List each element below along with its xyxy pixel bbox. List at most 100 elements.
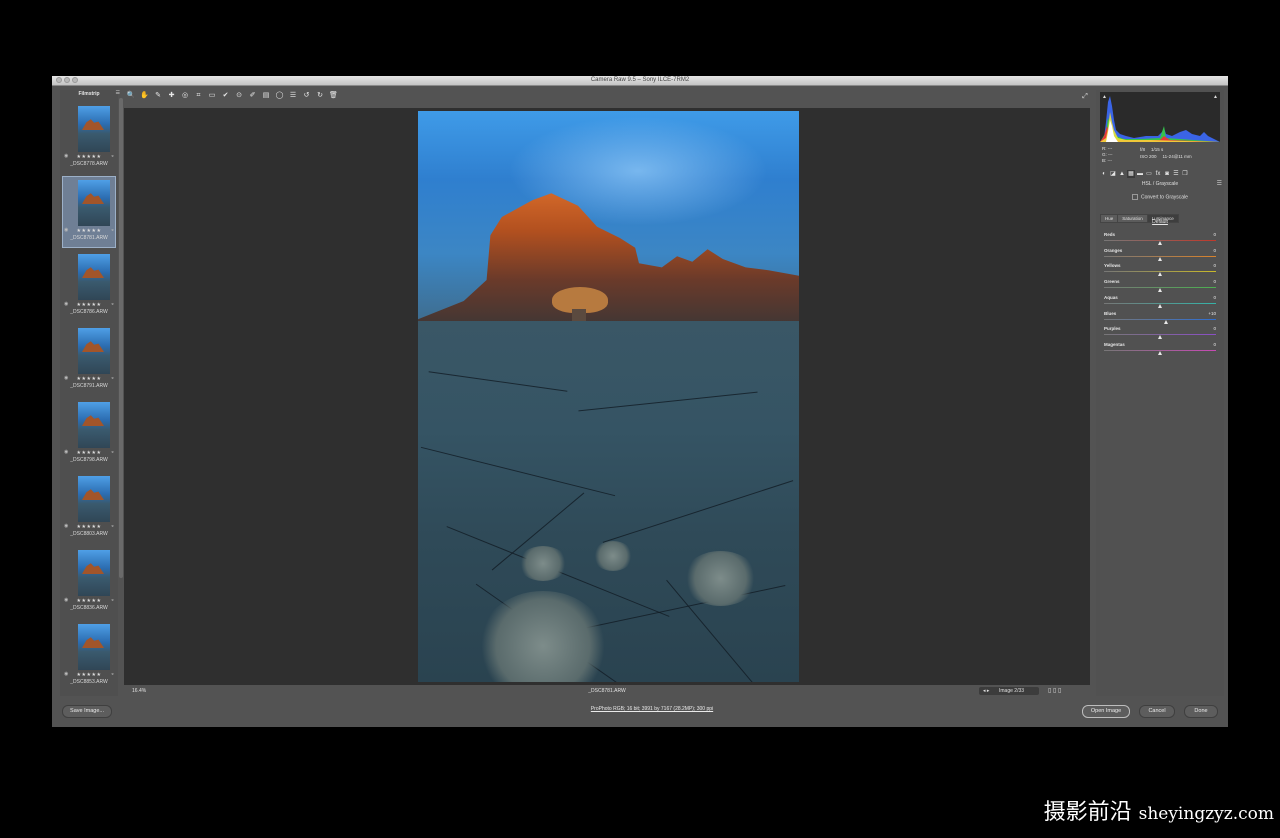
slider-value[interactable]: 0 xyxy=(1200,279,1216,284)
fullscreen-toggle-icon[interactable]: ⤢ xyxy=(1080,92,1090,102)
star-rating[interactable]: ★★★★★ xyxy=(63,228,115,234)
graduated-filter-icon[interactable]: ▤ xyxy=(261,91,271,101)
preferences-icon[interactable]: ☰ xyxy=(288,91,298,101)
thumbnail-filename: _DSC8778.ARW xyxy=(70,161,108,167)
star-rating[interactable]: ★★★★★ xyxy=(63,450,115,456)
filmstrip-thumbnail[interactable]: ◉ ◒ ★★★★★ _DSC8836.ARW xyxy=(63,547,115,617)
workflow-options-link[interactable]: ProPhoto RGB; 16 bit; 3991 by 7167 (28.2… xyxy=(502,706,802,712)
default-link[interactable]: Default xyxy=(1096,219,1224,225)
slider-value[interactable]: 0 xyxy=(1200,326,1216,331)
checkbox-box[interactable] xyxy=(1132,194,1138,200)
slider-thumb[interactable] xyxy=(1158,288,1162,293)
slider-thumb[interactable] xyxy=(1158,241,1162,245)
adjustment-brush-icon[interactable]: ✐ xyxy=(248,91,258,101)
camera-calibration-tab-icon[interactable]: ◙ xyxy=(1163,170,1171,178)
spot-removal-tool-icon[interactable]: ✔ xyxy=(221,91,231,101)
filmstrip-thumbnail[interactable]: ◉ ◒ ★★★★★ _DSC8786.ARW xyxy=(63,251,115,321)
slider-thumb[interactable] xyxy=(1158,272,1162,277)
pager-arrows-icon[interactable]: ◂ ▸ xyxy=(983,687,989,695)
slider-yellows[interactable]: Yellows 0 xyxy=(1104,263,1216,277)
slider-thumb[interactable] xyxy=(1158,335,1162,340)
star-rating[interactable]: ★★★★★ xyxy=(63,154,115,160)
tone-curve-tab-icon[interactable]: ◪ xyxy=(1109,170,1117,178)
straighten-tool-icon[interactable]: ▭ xyxy=(207,91,217,101)
radial-filter-icon[interactable]: ◯ xyxy=(275,91,285,101)
slider-value[interactable]: +10 xyxy=(1200,311,1216,316)
thumbnail-image[interactable] xyxy=(78,180,110,226)
hand-tool-icon[interactable]: ✋ xyxy=(140,91,150,101)
thumbnail-filename: _DSC8853.ARW xyxy=(70,679,108,685)
preview-canvas[interactable] xyxy=(124,108,1090,685)
trash-icon[interactable]: 🗑 xyxy=(329,91,339,101)
snapshots-tab-icon[interactable]: ❐ xyxy=(1181,170,1189,178)
white-balance-tool-icon[interactable]: ✎ xyxy=(153,91,163,101)
rotate-left-icon[interactable]: ↺ xyxy=(302,91,312,101)
basic-tab-icon[interactable]: ◐ xyxy=(1100,170,1108,178)
rotate-right-icon[interactable]: ↻ xyxy=(315,91,325,101)
image-preview[interactable] xyxy=(418,111,799,682)
filmstrip-thumbnail[interactable]: ◉ ◒ ★★★★★ _DSC8798.ARW xyxy=(63,399,115,469)
panel-menu-icon[interactable]: ☰ xyxy=(1217,180,1222,187)
lens-corrections-tab-icon[interactable]: ▭ xyxy=(1145,170,1153,178)
red-eye-tool-icon[interactable]: ⊙ xyxy=(234,91,244,101)
filmstrip-thumbnail[interactable]: ◉ ◒ ★★★★★ _DSC8803.ARW xyxy=(63,473,115,543)
filmstrip-menu-icon[interactable]: ☰ xyxy=(116,90,120,96)
filmstrip-thumbnail[interactable]: ◉ ◒ ★★★★★ _DSC8778.ARW xyxy=(63,103,115,173)
thumbnail-image[interactable] xyxy=(78,550,110,596)
crop-tool-icon[interactable]: ⌗ xyxy=(194,91,204,101)
slider-thumb[interactable] xyxy=(1158,350,1162,355)
open-image-button[interactable]: Open Image xyxy=(1082,705,1130,718)
slider-purples[interactable]: Purples 0 xyxy=(1104,326,1216,340)
slider-value[interactable]: 0 xyxy=(1200,248,1216,253)
star-rating[interactable]: ★★★★★ xyxy=(63,524,115,530)
thumbnail-image[interactable] xyxy=(78,624,110,670)
filmstrip-thumbnail[interactable]: ◉ ◒ ★★★★★ _DSC8781.ARW xyxy=(62,176,116,248)
slider-blues[interactable]: Blues +10 xyxy=(1104,311,1216,325)
save-image-button[interactable]: Save Image... xyxy=(62,705,112,718)
split-toning-tab-icon[interactable]: ▬ xyxy=(1136,170,1144,178)
slider-reds[interactable]: Reds 0 xyxy=(1104,232,1216,246)
slider-value[interactable]: 0 xyxy=(1200,342,1216,347)
ground-crack xyxy=(578,391,758,412)
shadow-clipping-warning-icon[interactable]: ▲ xyxy=(1102,94,1107,100)
slider-track[interactable] xyxy=(1104,318,1216,320)
image-pager: ◂ ▸ Image 2/33 xyxy=(979,687,1039,695)
star-rating[interactable]: ★★★★★ xyxy=(63,598,115,604)
lens-focal-length: 11-24@11 mm xyxy=(1162,154,1192,159)
slider-thumb[interactable] xyxy=(1158,303,1162,308)
view-mode-buttons[interactable]: ▯ ▯ ▯ xyxy=(1048,687,1061,695)
filmstrip-thumbnail[interactable]: ◉ ◒ ★★★★★ _DSC8791.ARW xyxy=(63,325,115,395)
sagebrush xyxy=(683,551,758,606)
star-rating[interactable]: ★★★★★ xyxy=(63,672,115,678)
thumbnail-image[interactable] xyxy=(78,476,110,522)
slider-thumb[interactable] xyxy=(1163,319,1168,324)
slider-magentas[interactable]: Magentas 0 xyxy=(1104,342,1216,356)
done-button[interactable]: Done xyxy=(1184,705,1218,718)
slider-oranges[interactable]: Oranges 0 xyxy=(1104,248,1216,262)
slider-aquas[interactable]: Aquas 0 xyxy=(1104,295,1216,309)
presets-tab-icon[interactable]: ☰ xyxy=(1172,170,1180,178)
convert-to-grayscale-checkbox[interactable]: Convert to Grayscale xyxy=(1132,194,1188,200)
thumbnail-image[interactable] xyxy=(78,402,110,448)
slider-label: Blues xyxy=(1104,310,1117,316)
slider-greens[interactable]: Greens 0 xyxy=(1104,279,1216,293)
highlight-clipping-warning-icon[interactable]: ▲ xyxy=(1213,94,1218,100)
slider-thumb[interactable] xyxy=(1158,256,1162,261)
cancel-button[interactable]: Cancel xyxy=(1139,705,1175,718)
slider-value[interactable]: 0 xyxy=(1200,232,1216,237)
slider-value[interactable]: 0 xyxy=(1200,295,1216,300)
zoom-tool-icon[interactable]: 🔍 xyxy=(126,91,136,101)
thumbnail-image[interactable] xyxy=(78,106,110,152)
color-sampler-tool-icon[interactable]: ✚ xyxy=(167,91,177,101)
star-rating[interactable]: ★★★★★ xyxy=(63,376,115,382)
effects-tab-icon[interactable]: fx xyxy=(1154,170,1162,178)
hsl-tab-icon[interactable]: ▦ xyxy=(1127,170,1135,178)
filmstrip-scrollbar[interactable] xyxy=(119,98,123,578)
star-rating[interactable]: ★★★★★ xyxy=(63,302,115,308)
thumbnail-image[interactable] xyxy=(78,254,110,300)
detail-tab-icon[interactable]: ▲ xyxy=(1118,170,1126,178)
slider-value[interactable]: 0 xyxy=(1200,263,1216,268)
thumbnail-image[interactable] xyxy=(78,328,110,374)
filmstrip-thumbnail[interactable]: ◉ ◒ ★★★★★ _DSC8853.ARW xyxy=(63,621,115,691)
targeted-adjustment-tool-icon[interactable]: ◎ xyxy=(180,91,190,101)
